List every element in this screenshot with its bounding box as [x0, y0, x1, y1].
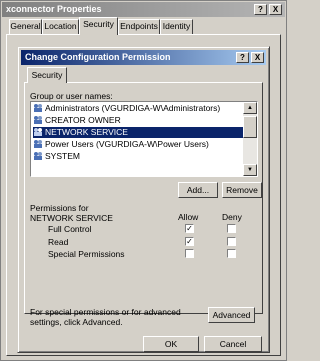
- special-permissions-allow-checkbox[interactable]: [185, 249, 194, 258]
- dialog-help-button[interactable]: ?: [236, 52, 249, 63]
- permissions-for-label: Permissions for NETWORK SERVICE: [30, 203, 113, 223]
- permission-name: Special Permissions: [48, 249, 125, 259]
- list-item[interactable]: SYSTEM: [33, 151, 243, 162]
- list-scrollbar[interactable]: ▲ ▼: [243, 102, 257, 176]
- list-item-selected[interactable]: NETWORK SERVICE: [33, 127, 243, 138]
- scroll-thumb[interactable]: [243, 116, 257, 138]
- scroll-up-icon[interactable]: ▲: [243, 102, 257, 114]
- tab-general[interactable]: General: [9, 19, 42, 34]
- outer-close-button[interactable]: X: [269, 4, 282, 15]
- dialog-title-bar[interactable]: Change Configuration Permission ? X: [21, 50, 266, 65]
- read-deny-checkbox[interactable]: [227, 237, 236, 246]
- list-item[interactable]: Power Users (VGURDIGA-W\Power Users): [33, 139, 243, 150]
- group-icon: [33, 115, 43, 124]
- tab-endpoints[interactable]: Endpoints: [118, 19, 160, 34]
- permission-name: Read: [48, 237, 69, 247]
- add-button[interactable]: Add...: [178, 182, 218, 198]
- outer-help-button[interactable]: ?: [254, 4, 267, 15]
- advanced-hint-text: For special permissions or for advanced …: [30, 307, 181, 327]
- allow-column-header: Allow: [178, 212, 199, 222]
- advanced-button[interactable]: Advanced: [208, 307, 255, 323]
- cancel-button[interactable]: Cancel: [204, 336, 262, 352]
- dialog-close-button[interactable]: X: [251, 52, 264, 63]
- group-icon: [33, 103, 43, 112]
- outer-title-bar[interactable]: xconnector Properties ? X: [2, 2, 285, 17]
- tab-location[interactable]: Location: [42, 19, 79, 34]
- dialog-tab-security[interactable]: Security: [27, 67, 67, 83]
- full-control-allow-checkbox[interactable]: [185, 224, 194, 233]
- tab-security[interactable]: Security: [79, 17, 118, 35]
- scroll-down-icon[interactable]: ▼: [243, 164, 257, 176]
- permission-dialog: Change Configuration Permission ? X Secu…: [17, 46, 270, 353]
- full-control-deny-checkbox[interactable]: [227, 224, 236, 233]
- tab-identity[interactable]: Identity: [160, 19, 193, 34]
- group-icon: [33, 127, 43, 136]
- read-allow-checkbox[interactable]: [185, 237, 194, 246]
- list-item[interactable]: CREATOR OWNER: [33, 115, 243, 126]
- group-label: Group or user names:: [30, 91, 113, 101]
- user-listbox[interactable]: Administrators (VGURDIGA-W\Administrator…: [30, 101, 258, 177]
- deny-column-header: Deny: [222, 212, 242, 222]
- outer-window-title: xconnector Properties: [6, 4, 102, 14]
- group-icon: [33, 151, 43, 160]
- ok-button[interactable]: OK: [143, 336, 199, 352]
- special-permissions-deny-checkbox[interactable]: [227, 249, 236, 258]
- remove-button[interactable]: Remove: [222, 182, 262, 198]
- dialog-title: Change Configuration Permission: [25, 52, 171, 62]
- list-item[interactable]: Administrators (VGURDIGA-W\Administrator…: [33, 103, 243, 114]
- permission-name: Full Control: [48, 224, 92, 234]
- group-icon: [33, 139, 43, 148]
